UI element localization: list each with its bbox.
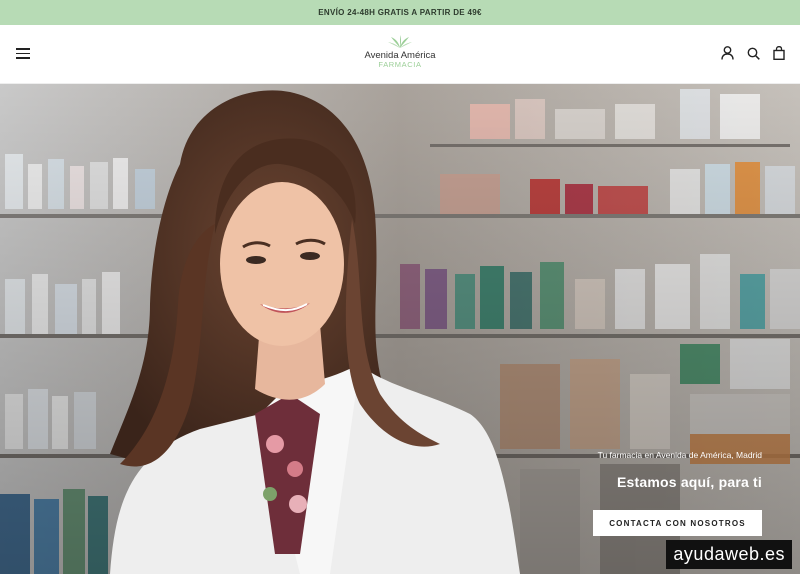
announcement-bar: ENVÍO 24-48H GRATIS A PARTIR DE 49€ [0,0,800,25]
search-icon[interactable] [746,45,760,61]
watermark: ayudaweb.es [666,540,792,569]
site-logo[interactable]: Avenida América FARMACIA [340,35,460,69]
hero-image-pharmacist [0,84,800,574]
hero-headline: Estamos aquí, para ti [616,474,762,490]
menu-icon[interactable] [16,48,30,59]
leaf-logo-icon [388,35,412,48]
hero-banner: Tu farmacia en Avenida de América, Madri… [0,84,800,574]
site-header: Avenida América FARMACIA [0,25,800,84]
hero-kicker: Tu farmacia en Avenida de América, Madri… [597,450,762,460]
header-actions [720,45,786,61]
logo-subtitle: FARMACIA [378,60,422,69]
announcement-text: ENVÍO 24-48H GRATIS A PARTIR DE 49€ [318,8,482,17]
cart-icon[interactable] [772,45,786,61]
contact-button[interactable]: CONTACTA CON NOSOTROS [593,510,762,536]
account-icon[interactable] [720,45,734,61]
